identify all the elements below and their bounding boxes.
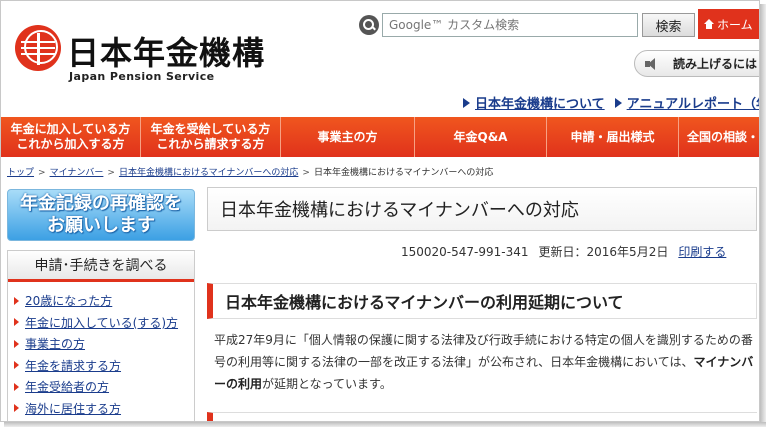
triangle-right-icon bbox=[14, 318, 19, 327]
sidebar-link-recipient[interactable]: 年金受給者の方 bbox=[14, 378, 109, 395]
search-icon bbox=[359, 15, 379, 35]
nav-item-qa[interactable]: 年金Q&A bbox=[415, 117, 547, 157]
record-reconfirm-banner[interactable]: 年金記録の再確認を お願いします bbox=[7, 189, 195, 241]
logo-mark-icon[interactable] bbox=[15, 25, 61, 71]
body-paragraph: 平成27年9月に「個人情報の保護に関する法律及び行政手続における特定の個人を識別… bbox=[214, 333, 754, 391]
list-item: 年金に加入している(する)方 bbox=[8, 312, 194, 334]
sidebar-list: 20歳になった方 年金に加入している(する)方 事業主の方 年金を請求する方 年… bbox=[8, 282, 194, 419]
nav-item-employer[interactable]: 事業主の方 bbox=[281, 117, 415, 157]
home-icon bbox=[704, 19, 714, 29]
search-button[interactable]: 検索 bbox=[642, 13, 695, 37]
speaker-icon bbox=[645, 57, 667, 71]
breadcrumb-mynumber[interactable]: マイナンバー bbox=[50, 168, 104, 178]
frame-shadow bbox=[4, 422, 766, 427]
home-button[interactable]: ホーム bbox=[698, 9, 759, 39]
nav-item-recipient[interactable]: 年金を受給している方 これから請求する方 bbox=[141, 117, 281, 157]
next-section-heading bbox=[207, 412, 757, 421]
list-item: 海外に居住する方 bbox=[8, 398, 194, 420]
breadcrumb-current: 日本年金機構におけるマイナンバーへの対応 bbox=[313, 168, 494, 178]
list-item: 20歳になった方 bbox=[8, 290, 194, 312]
sidebar-link-claim[interactable]: 年金を請求する方 bbox=[14, 357, 121, 374]
sidebar-link-age20[interactable]: 20歳になった方 bbox=[14, 292, 112, 309]
browser-page: 日本年金機構 Japan Pension Service 検索 ホーム 読み上げ… bbox=[0, 0, 760, 422]
print-link[interactable]: 印刷する bbox=[678, 245, 726, 259]
triangle-right-icon bbox=[14, 296, 19, 305]
nav-item-forms[interactable]: 申請・届出様式 bbox=[547, 117, 679, 157]
sidebar-link-employer[interactable]: 事業主の方 bbox=[14, 335, 85, 352]
sidebar-link-enrollee[interactable]: 年金に加入している(する)方 bbox=[14, 314, 178, 331]
section-heading: 日本年金機構におけるマイナンバーの利用延期について bbox=[207, 283, 757, 319]
breadcrumb-top[interactable]: トップ bbox=[7, 168, 34, 178]
top-links: 日本年金機構について アニュアルレポート（年 bbox=[463, 93, 759, 112]
triangle-right-icon bbox=[614, 97, 622, 108]
global-nav: 年金に加入している方 これから加入する方 年金を受給している方 これから請求する… bbox=[1, 117, 759, 157]
nav-item-consultation[interactable]: 全国の相談・手 bbox=[679, 117, 759, 157]
read-aloud-button[interactable]: 読み上げるには bbox=[634, 50, 759, 77]
page-meta: 150020-547-991-341 更新日：2016年5月2日 印刷する bbox=[401, 243, 726, 260]
search-input[interactable] bbox=[382, 13, 638, 37]
triangle-right-icon bbox=[14, 404, 19, 413]
logo-subtitle: Japan Pension Service bbox=[69, 70, 215, 83]
breadcrumb: トップ > マイナンバー > 日本年金機構におけるマイナンバーへの対応 > 日本年金機構にお… bbox=[7, 168, 494, 178]
section-title: 日本年金機構におけるマイナンバーの利用延期について bbox=[225, 293, 624, 312]
logo-text[interactable]: 日本年金機構 bbox=[67, 28, 265, 74]
top-link-about[interactable]: 日本年金機構について bbox=[463, 93, 605, 112]
frame-shadow bbox=[760, 4, 766, 424]
list-item: 年金受給者の方 bbox=[8, 376, 194, 398]
sidebar-heading: 申請･手続きを調べる bbox=[8, 251, 194, 282]
triangle-right-icon bbox=[14, 382, 19, 391]
read-aloud-label: 読み上げるには bbox=[673, 57, 758, 71]
breadcrumb-jps-mynumber[interactable]: 日本年金機構におけるマイナンバーへの対応 bbox=[119, 168, 298, 178]
home-label: ホーム bbox=[717, 17, 753, 32]
page-title-box: 日本年金機構におけるマイナンバーへの対応 bbox=[207, 187, 757, 231]
triangle-right-icon bbox=[463, 97, 470, 108]
list-item: 年金を請求する方 bbox=[8, 355, 194, 377]
nav-item-enrollee[interactable]: 年金に加入している方 これから加入する方 bbox=[1, 117, 141, 157]
top-link-annual-report[interactable]: アニュアルレポート（年 bbox=[614, 93, 759, 112]
triangle-right-icon bbox=[14, 339, 19, 348]
sidebar-procedures: 申請･手続きを調べる 20歳になった方 年金に加入している(する)方 事業主の方… bbox=[7, 250, 195, 421]
list-item: 事業主の方 bbox=[8, 333, 194, 355]
page-id: 150020-547-991-341 bbox=[401, 245, 529, 259]
updated-date: 更新日：2016年5月2日 bbox=[538, 245, 669, 259]
sidebar-link-overseas[interactable]: 海外に居住する方 bbox=[14, 400, 121, 417]
triangle-right-icon bbox=[14, 361, 19, 370]
page-title: 日本年金機構におけるマイナンバーへの対応 bbox=[220, 200, 579, 221]
